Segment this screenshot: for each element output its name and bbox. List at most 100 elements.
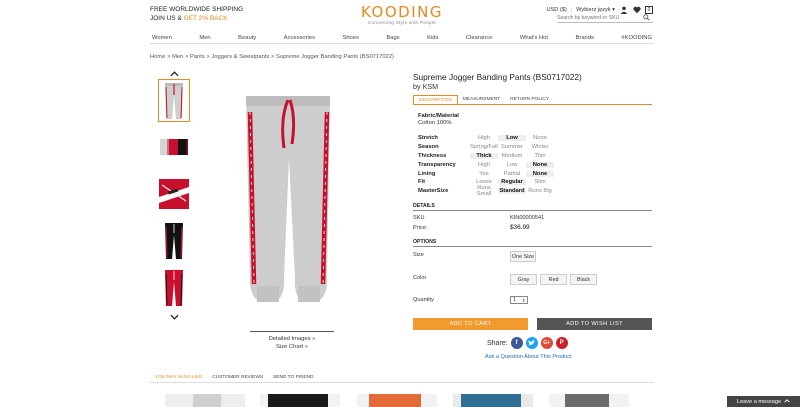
nav-item-whats-hot[interactable]: What's Hot bbox=[520, 35, 548, 41]
attribute-option: Low bbox=[506, 161, 518, 168]
thumbnail-gray-pants[interactable] bbox=[158, 79, 190, 122]
attribute-option: Thin bbox=[534, 152, 546, 159]
divider bbox=[413, 210, 652, 211]
attribute-option: Yes bbox=[479, 170, 489, 177]
product-tabs: DESCRIPTION MEASUREMENT RETURN POLICY bbox=[413, 95, 652, 105]
join-promo[interactable]: JOIN US & GET 2% BACK bbox=[150, 15, 243, 24]
nav-item-kids[interactable]: Kids bbox=[427, 35, 438, 41]
quantity-stepper[interactable]: 1 ⇕ bbox=[510, 296, 528, 304]
search-input[interactable] bbox=[557, 15, 643, 21]
related-product-image[interactable] bbox=[165, 394, 245, 407]
attribute-option: Summer bbox=[501, 144, 523, 151]
nav-item-shoes[interactable]: Shoes bbox=[342, 35, 358, 41]
image-links: Detailed Images » Size Chart » bbox=[250, 336, 334, 351]
breadcrumb[interactable]: Home > Men > Pants > Joggers & Sweatpant… bbox=[150, 54, 394, 60]
ask-question-link[interactable]: Ask a Question About This Product bbox=[485, 354, 572, 360]
nav-item-brands[interactable]: Brands bbox=[576, 35, 594, 41]
tab-return-policy[interactable]: RETURN POLICY bbox=[505, 95, 554, 104]
color-option-red[interactable]: Red bbox=[540, 274, 567, 285]
tab-send-to-friend[interactable]: SEND TO FRIEND bbox=[268, 373, 318, 382]
color-option-black[interactable]: Black bbox=[570, 274, 597, 285]
chat-label: Leave a message bbox=[736, 398, 782, 405]
chevron-down-icon[interactable] bbox=[158, 313, 190, 322]
attribute-option: None bbox=[526, 161, 554, 168]
join-text: JOIN US & bbox=[150, 14, 184, 22]
size-label: Size bbox=[413, 252, 424, 258]
related-product-image[interactable] bbox=[549, 394, 629, 407]
attribute-option: Low bbox=[498, 135, 526, 142]
nav-item-bags[interactable]: Bags bbox=[386, 35, 399, 41]
attribute-table: Stretch High Low None Season Spring/Fall Summe… bbox=[418, 134, 554, 198]
cart-icon[interactable]: 0 bbox=[645, 5, 653, 14]
nav-item-men[interactable]: Men bbox=[199, 35, 210, 41]
divider bbox=[250, 331, 334, 332]
color-label: Color bbox=[413, 275, 427, 281]
attribute-option: Regular bbox=[498, 179, 526, 186]
site-logo[interactable]: KOODING Connecting Style with People bbox=[357, 4, 447, 25]
attribute-option: Standard bbox=[498, 188, 526, 195]
attribute-option: Partial bbox=[503, 170, 521, 177]
quantity-label: Quantity bbox=[413, 297, 434, 303]
heart-icon[interactable] bbox=[632, 5, 641, 14]
facebook-icon[interactable]: f bbox=[510, 337, 523, 349]
currency-selector[interactable]: USD ($) bbox=[547, 7, 567, 13]
search-icon[interactable] bbox=[643, 13, 650, 23]
tab-you-may-also-like[interactable]: YOU MAY ALSO LIKE bbox=[150, 373, 207, 382]
related-product-image[interactable] bbox=[357, 394, 437, 407]
add-to-wishlist-button[interactable]: ADD TO WISH LIST bbox=[537, 318, 652, 330]
tab-measurement[interactable]: MEASUREMENT bbox=[458, 95, 505, 104]
quantity-value: 1 bbox=[513, 297, 516, 303]
size-option-one-size[interactable]: One Size bbox=[510, 251, 536, 262]
attribute-option: Medium bbox=[501, 152, 523, 159]
attribute-row: Season Spring/Fall Summer Winter bbox=[418, 143, 554, 152]
add-to-cart-button[interactable]: ADD TO CART bbox=[413, 318, 528, 330]
attribute-name: Transparency bbox=[418, 161, 456, 168]
language-selector[interactable]: Wybierz język ▾ bbox=[576, 7, 615, 13]
thumbnail-gallery bbox=[158, 70, 190, 332]
size-chart-link[interactable]: Size Chart » bbox=[250, 344, 334, 352]
related-product-image[interactable] bbox=[260, 394, 340, 407]
nav-item-clearance[interactable]: Clearance bbox=[466, 35, 492, 41]
google-plus-icon[interactable]: G+ bbox=[540, 337, 553, 349]
chevron-up-icon[interactable] bbox=[158, 70, 190, 79]
price-label: Price: bbox=[413, 225, 428, 231]
share-label: Share: bbox=[487, 339, 508, 347]
thumbnail-black-pants[interactable] bbox=[158, 219, 190, 262]
product-brand[interactable]: by KSM bbox=[413, 82, 438, 91]
thumbnail-folded-pants[interactable] bbox=[158, 126, 190, 169]
shipping-promo[interactable]: FREE WORLDWIDE SHIPPING JOIN US & GET 2%… bbox=[150, 6, 243, 23]
detailed-images-link[interactable]: Detailed Images » bbox=[250, 336, 334, 344]
main-product-image[interactable] bbox=[232, 88, 344, 320]
user-icon[interactable] bbox=[619, 5, 628, 14]
fabric-value: Cotton 100% bbox=[418, 120, 452, 126]
attribute-row: Thickness Thick Medium Thin bbox=[418, 152, 554, 161]
attribute-name: Season bbox=[418, 144, 439, 151]
stepper-arrows-icon[interactable]: ⇕ bbox=[522, 297, 526, 304]
nav-item-kooding[interactable]: #KOODING bbox=[621, 35, 652, 41]
logo-tagline: Connecting Style with People bbox=[367, 20, 437, 25]
attribute-option: Runs Big bbox=[528, 188, 552, 195]
attribute-row: Lining Yes Partial None bbox=[418, 169, 554, 178]
related-product-image[interactable] bbox=[453, 394, 533, 407]
pinterest-icon[interactable]: P bbox=[555, 337, 568, 349]
nav-item-beauty[interactable]: Beauty bbox=[238, 35, 256, 41]
attribute-option: Runs Small bbox=[476, 185, 492, 198]
price-value: $36.99 bbox=[510, 224, 530, 231]
attribute-row: Transparency High Low None bbox=[418, 160, 554, 169]
tab-customer-reviews[interactable]: CUSTOMER REVIEWS bbox=[207, 373, 268, 382]
thumbnail-waistband-detail[interactable] bbox=[158, 173, 190, 216]
nav-item-accessories[interactable]: Accessories bbox=[284, 35, 315, 41]
search-box bbox=[557, 13, 653, 23]
bottom-tabs: YOU MAY ALSO LIKE CUSTOMER REVIEWS SEND … bbox=[150, 373, 654, 383]
divider: | bbox=[570, 6, 573, 13]
twitter-icon[interactable] bbox=[525, 337, 538, 349]
shipping-text: FREE WORLDWIDE SHIPPING bbox=[150, 6, 244, 13]
nav-item-women[interactable]: Women bbox=[152, 35, 172, 41]
attribute-option: Thick bbox=[470, 152, 498, 159]
leave-message-widget[interactable]: Leave a message bbox=[727, 396, 800, 407]
header-utilities: USD ($) | Wybierz język ▾ 0 bbox=[547, 5, 653, 14]
tab-description[interactable]: DESCRIPTION bbox=[413, 95, 458, 104]
thumbnail-red-pants[interactable] bbox=[158, 266, 190, 309]
main-nav: Women Men Beauty Accessories Shoes Bags … bbox=[150, 32, 654, 44]
color-option-gray[interactable]: Gray bbox=[510, 274, 537, 285]
